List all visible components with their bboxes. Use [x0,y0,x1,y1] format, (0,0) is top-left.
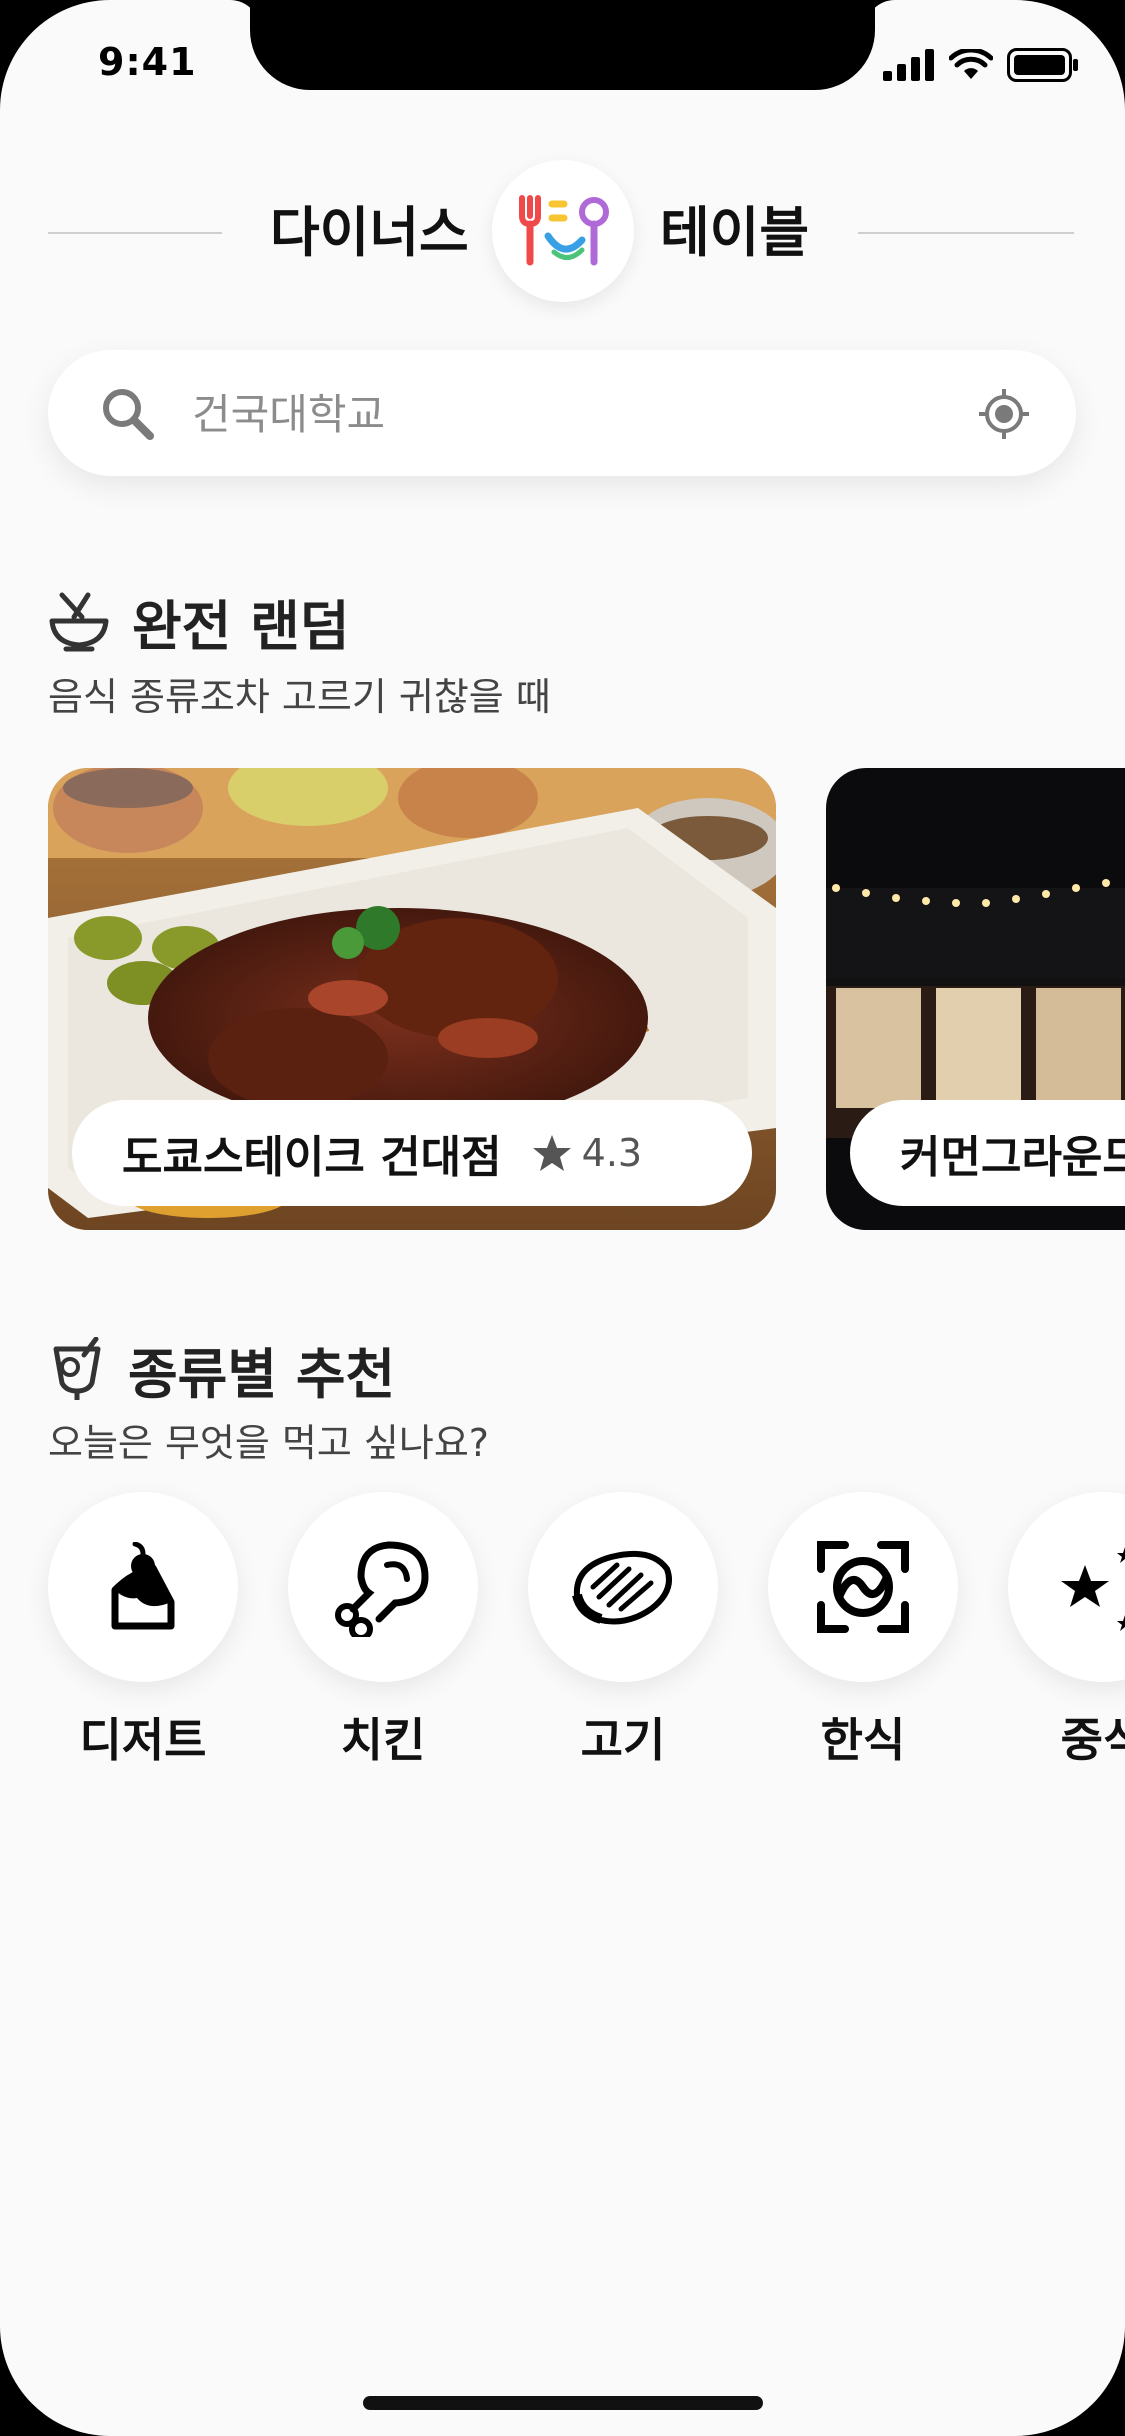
drink-icon [53,1336,101,1400]
brand-name-right: 테이블 [660,201,810,264]
category-korean-circle[interactable] [768,1492,958,1682]
category-section-title: 종류별 추천 [48,1330,395,1409]
header-divider-left [48,232,222,234]
search-bar[interactable] [48,350,1076,476]
category-dessert-circle[interactable] [48,1492,238,1682]
category-label: 디저트 [79,1713,207,1767]
wifi-icon [949,49,993,79]
drumstick-icon [335,1541,429,1637]
status-time: 9:41 [98,40,197,84]
category-dessert[interactable]: 디저트 [48,1492,238,1770]
restaurant-card[interactable]: 커먼그라운드 [826,768,1125,1230]
category-label: 치킨 [340,1713,426,1767]
korean-food-icon [817,1541,909,1633]
rating-value: 4.3 [581,1131,643,1175]
search-icon [103,389,154,440]
header-divider-right [858,232,1074,234]
category-chicken-circle[interactable] [288,1492,478,1682]
status-icons [883,48,1079,82]
app-screen: 9:41 다이너스 테이블 건국대학교 완전 랜덤 음식 종류조차 고르기 귀찮… [0,0,1125,2436]
category-label: 중식 [1060,1713,1125,1767]
category-chinese[interactable]: 중식 [1008,1492,1125,1770]
search-input[interactable] [190,376,974,452]
category-korean[interactable]: 한식 [768,1492,958,1770]
bowl-icon [49,592,109,651]
random-section-subtitle: 음식 종류조차 고르기 귀찮을 때 [48,675,551,719]
category-meat[interactable]: 고기 [528,1492,718,1770]
random-section-title-text: 완전 랜덤 [132,595,350,658]
category-label: 한식 [820,1713,906,1767]
restaurant-info-pill: 커먼그라운드 [850,1100,1125,1206]
restaurant-info-pill: 도쿄스테이크 건대점 4.3 [72,1100,752,1206]
steak-icon [572,1550,672,1625]
category-label: 고기 [580,1713,666,1767]
location-target-icon[interactable] [978,388,1030,440]
cake-icon [111,1542,175,1630]
category-section-subtitle: 오늘은 무엇을 먹고 싶나요? [48,1421,489,1465]
restaurant-name: 도쿄스테이크 건대점 [122,1132,502,1183]
restaurant-card[interactable]: 도쿄스테이크 건대점 4.3 [48,768,776,1230]
category-meat-circle[interactable] [528,1492,718,1682]
category-chinese-circle[interactable] [1008,1492,1125,1682]
rating: 4.3 [532,1131,642,1175]
home-indicator[interactable] [363,2396,763,2410]
app-logo[interactable] [492,160,634,302]
brand-name-left: 다이너스 [270,201,469,264]
category-section-title-text: 종류별 추천 [128,1343,396,1406]
chinese-food-icon [1061,1547,1125,1631]
restaurant-name: 커먼그라운드 [900,1132,1125,1183]
device-notch [250,0,875,90]
fork-spoon-smile-logo-icon [519,195,609,266]
battery-icon [1007,48,1078,82]
random-section-title: 완전 랜덤 [48,582,350,661]
cellular-signal-icon [883,49,934,81]
category-chicken[interactable]: 치킨 [288,1492,478,1770]
star-icon [532,1135,571,1171]
